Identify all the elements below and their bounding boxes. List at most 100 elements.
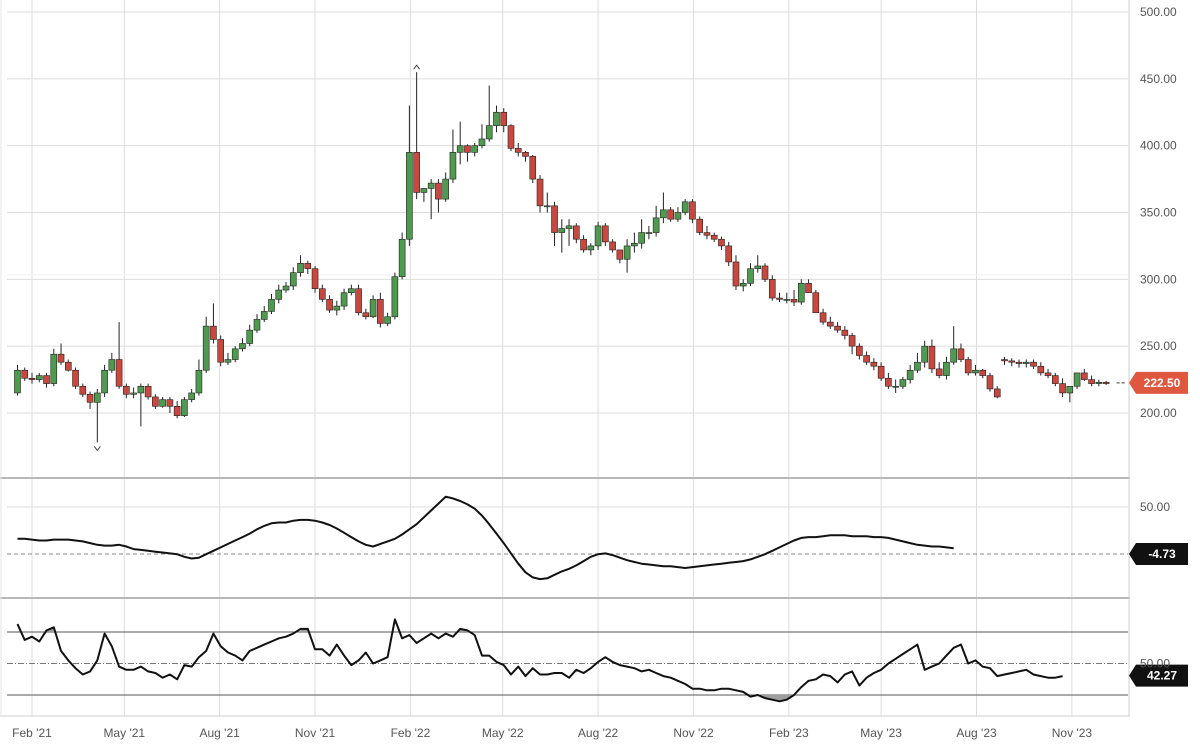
x-axis-label: Aug '23 bbox=[956, 726, 997, 740]
candle-up bbox=[456, 145, 464, 153]
candle-up bbox=[137, 385, 145, 394]
candle-up bbox=[181, 399, 188, 416]
candle-down bbox=[500, 111, 508, 126]
candle-down bbox=[522, 152, 529, 157]
candle-up bbox=[239, 343, 246, 350]
candle-up bbox=[543, 205, 551, 208]
candle-up bbox=[972, 369, 979, 374]
candle-down bbox=[355, 288, 362, 314]
candle-up bbox=[14, 369, 21, 394]
candle-down bbox=[413, 152, 420, 193]
candle-up bbox=[754, 265, 762, 269]
candle-down bbox=[885, 377, 892, 387]
candle-up bbox=[783, 299, 791, 301]
candle-up bbox=[652, 217, 660, 233]
candle-down bbox=[928, 345, 936, 370]
chart-background bbox=[0, 0, 1200, 749]
candle-up bbox=[260, 311, 268, 320]
candle-down bbox=[1052, 375, 1059, 384]
candle-up bbox=[587, 245, 595, 251]
candle-down bbox=[602, 225, 609, 243]
candle-down bbox=[28, 377, 36, 380]
candle-down bbox=[217, 339, 224, 363]
candle-down bbox=[827, 321, 834, 327]
x-axis-label: Nov '23 bbox=[1052, 726, 1093, 740]
x-axis-label: Aug '21 bbox=[199, 726, 240, 740]
price-axis-label: 200.00 bbox=[1140, 406, 1177, 420]
candle-up bbox=[674, 212, 682, 220]
candle-down bbox=[536, 178, 544, 207]
candle-up bbox=[899, 379, 907, 387]
candle-down bbox=[935, 368, 943, 376]
candle-down bbox=[863, 355, 870, 363]
candle-up bbox=[202, 325, 210, 371]
candle-down bbox=[609, 241, 616, 251]
candle-down bbox=[761, 265, 769, 280]
candle-up bbox=[594, 225, 602, 247]
candle-up bbox=[231, 348, 239, 360]
candle-up bbox=[943, 361, 950, 376]
x-axis-label: Feb '21 bbox=[12, 726, 52, 740]
candle-up bbox=[50, 353, 58, 384]
candle-down bbox=[79, 385, 87, 395]
candle-down bbox=[435, 182, 442, 200]
momentum-axis-label: 50.00 bbox=[1140, 657, 1170, 671]
candle-down bbox=[848, 335, 856, 347]
candle-down bbox=[877, 365, 885, 379]
candle-down bbox=[72, 369, 79, 387]
candle-down bbox=[986, 375, 994, 390]
candle-down bbox=[1001, 359, 1008, 362]
candle-up bbox=[348, 288, 355, 294]
candle-down bbox=[319, 288, 326, 300]
x-axis-label: May '23 bbox=[860, 726, 902, 740]
candle-up bbox=[1095, 381, 1103, 384]
candle-up bbox=[35, 375, 43, 380]
candle-down bbox=[1030, 361, 1037, 367]
candle-up bbox=[384, 316, 391, 324]
candle-up bbox=[645, 232, 653, 234]
candle-up bbox=[369, 299, 377, 318]
candle-up bbox=[739, 283, 747, 287]
candle-up bbox=[747, 268, 754, 284]
x-axis-label: Feb '22 bbox=[391, 726, 431, 740]
candle-up bbox=[797, 283, 805, 303]
candle-down bbox=[173, 406, 181, 416]
candle-down bbox=[326, 299, 333, 311]
candle-down bbox=[529, 156, 537, 180]
candle-down bbox=[166, 399, 174, 407]
candle-down bbox=[776, 297, 783, 300]
osc-value-label: -4.73 bbox=[1148, 547, 1176, 561]
candle-up bbox=[275, 289, 283, 300]
candle-up bbox=[391, 276, 399, 318]
candle-up bbox=[108, 359, 116, 371]
candle-down bbox=[377, 299, 384, 324]
x-axis-label: Nov '22 bbox=[673, 726, 714, 740]
candle-up bbox=[398, 238, 406, 277]
candle-up bbox=[420, 188, 428, 193]
candle-up bbox=[297, 262, 304, 273]
candle-up bbox=[631, 242, 638, 247]
candle-up bbox=[268, 299, 275, 312]
candle-up bbox=[94, 392, 101, 403]
osc-axis-label: 50.00 bbox=[1140, 500, 1170, 514]
candle-down bbox=[21, 369, 29, 379]
candle-up bbox=[159, 399, 166, 407]
candle-down bbox=[710, 234, 718, 240]
candle-up bbox=[681, 201, 689, 213]
candle-up bbox=[1073, 372, 1081, 387]
candle-down bbox=[667, 209, 674, 220]
candle-up bbox=[246, 329, 254, 344]
candle-down bbox=[1059, 383, 1066, 394]
candle-down bbox=[718, 238, 725, 247]
candle-up bbox=[333, 305, 341, 311]
candle-down bbox=[964, 359, 972, 374]
candle-up bbox=[565, 225, 573, 229]
candle-down bbox=[304, 262, 312, 269]
candle-down bbox=[993, 388, 1001, 398]
momentum-value-label: 42.27 bbox=[1147, 669, 1177, 683]
candle-up bbox=[921, 345, 928, 363]
candle-down bbox=[464, 145, 471, 153]
candle-down bbox=[1008, 360, 1016, 363]
last-price-label: 222.50 bbox=[1144, 376, 1181, 390]
candle-up bbox=[442, 178, 449, 200]
